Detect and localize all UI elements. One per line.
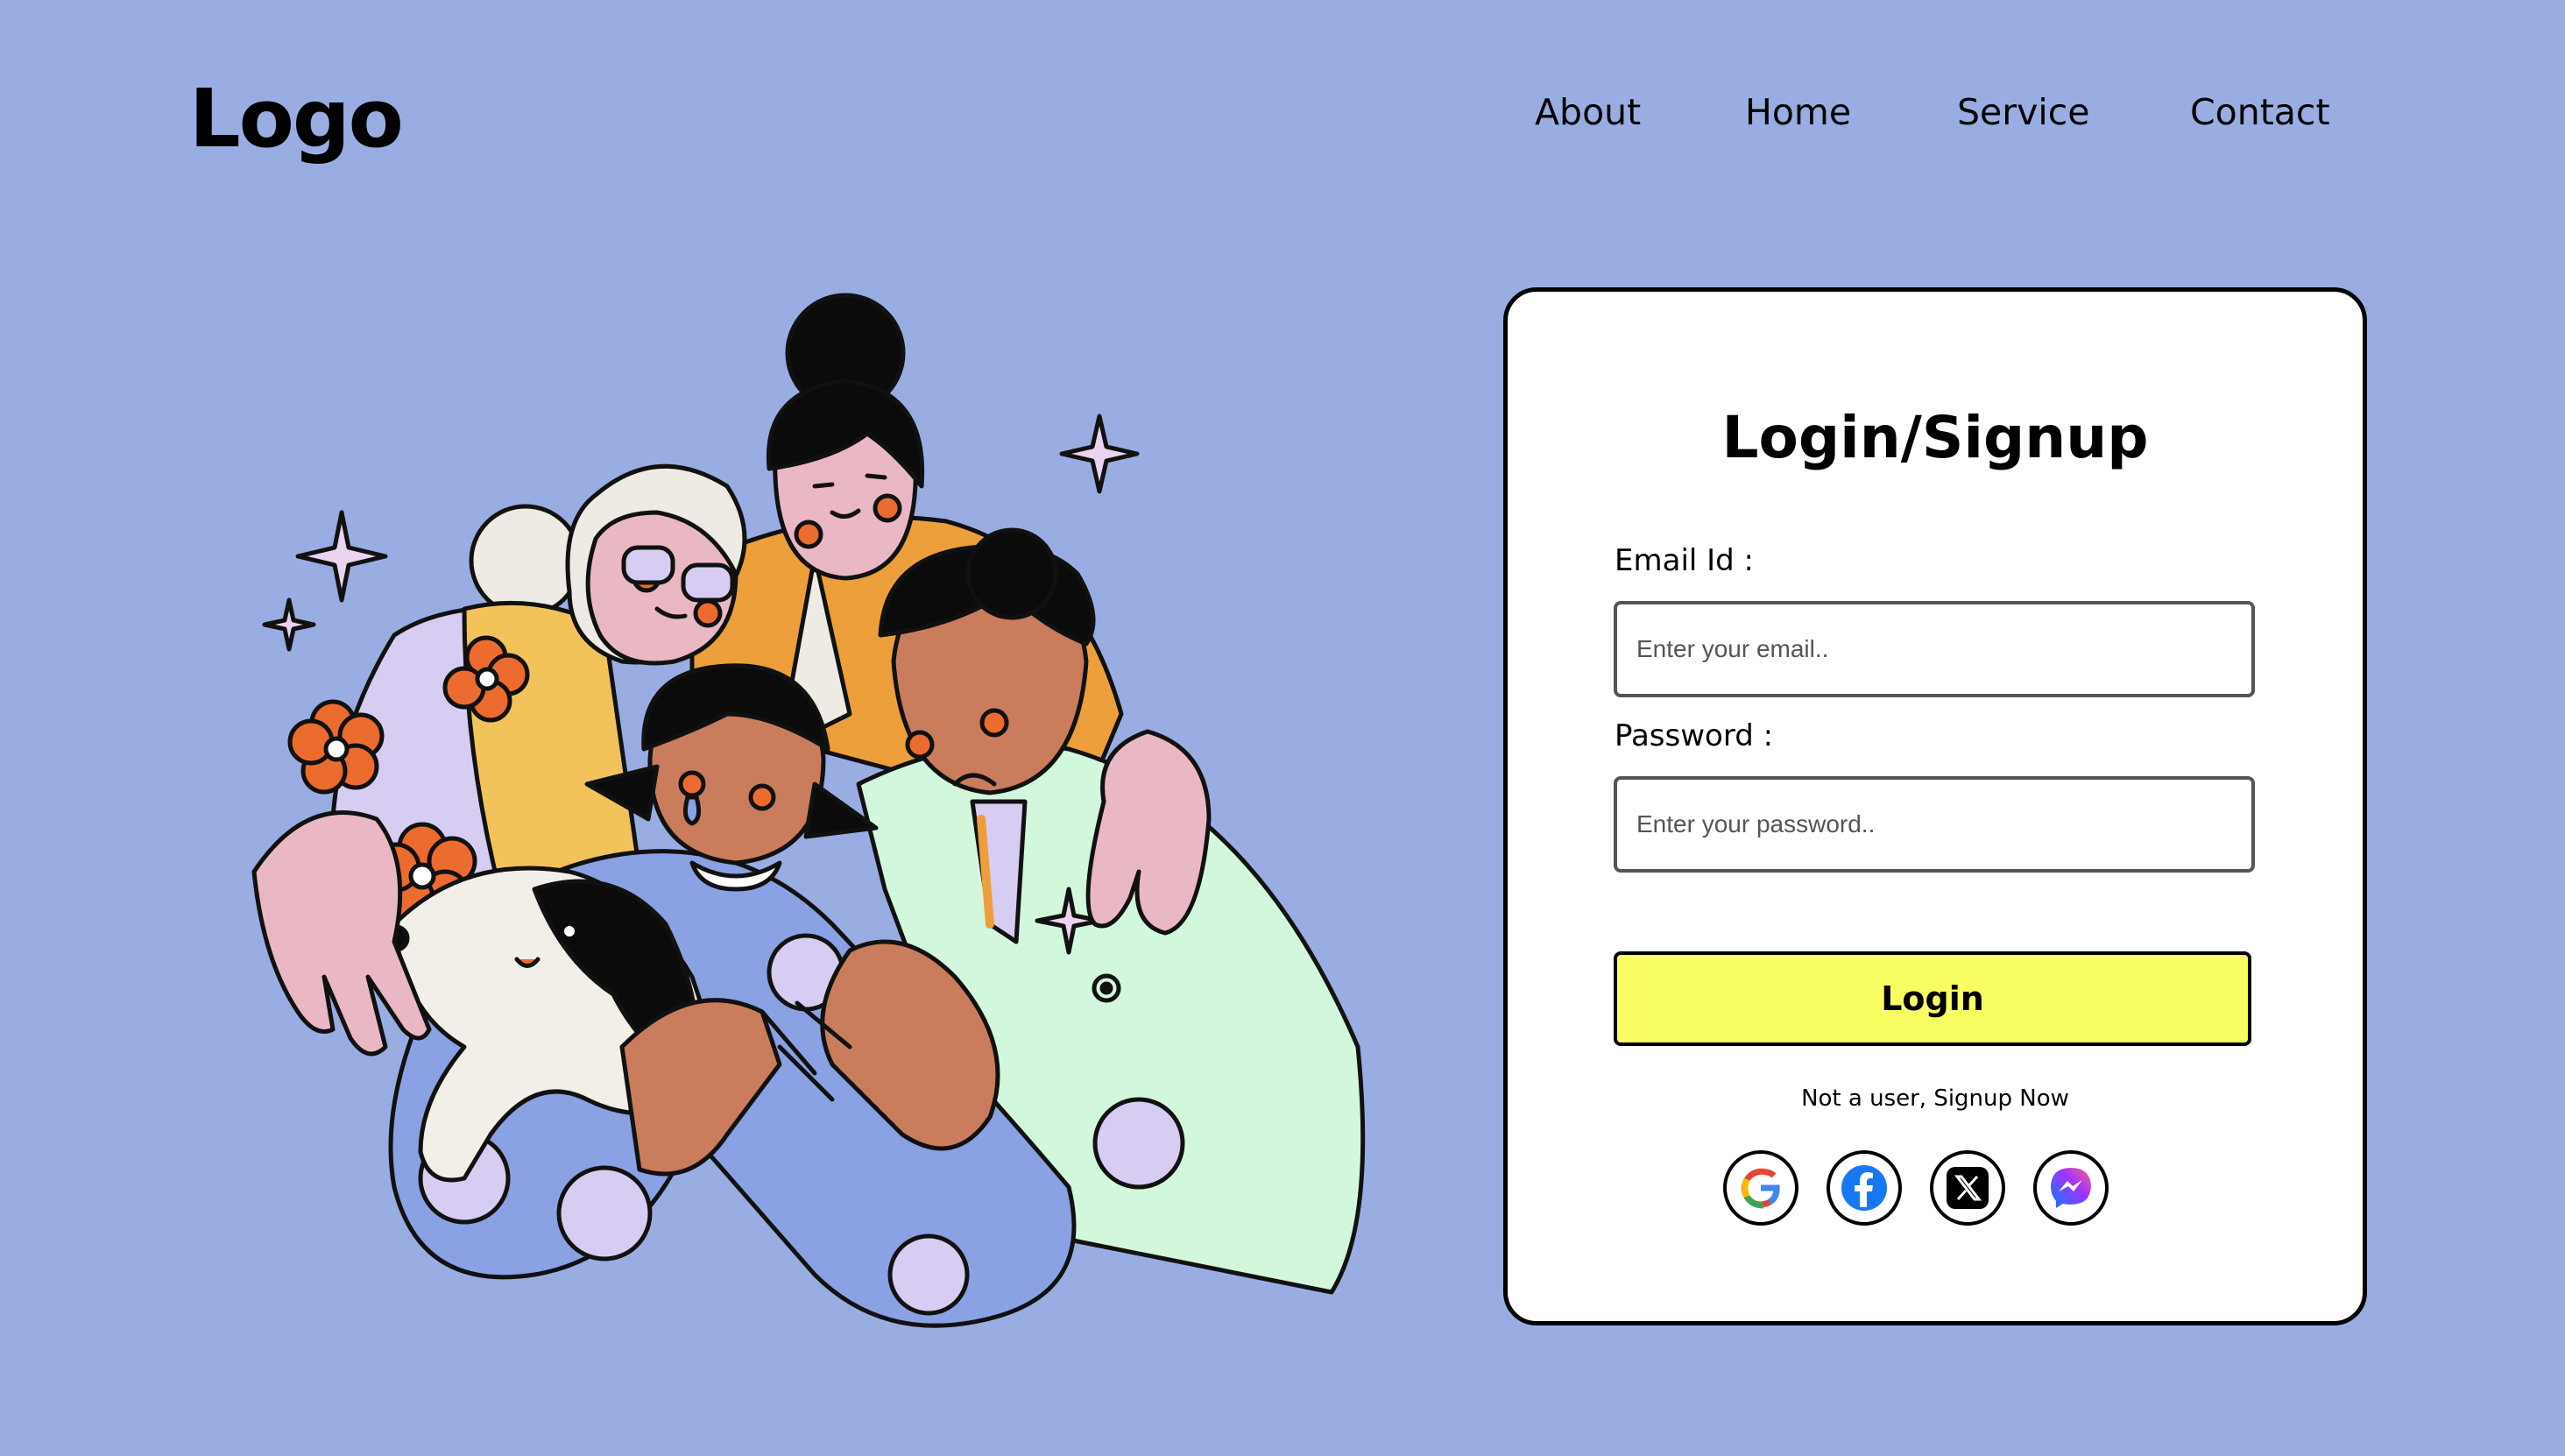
facebook-button[interactable] <box>1827 1150 1902 1226</box>
email-input[interactable] <box>1614 601 2255 697</box>
messenger-icon <box>2051 1168 2091 1208</box>
messenger-button[interactable] <box>2033 1150 2109 1226</box>
signup-link[interactable]: Not a user, Signup Now <box>1508 1085 2363 1112</box>
nav-about[interactable]: About <box>1535 91 1641 133</box>
social-login-row <box>1723 1150 2144 1234</box>
sparkle-icon <box>1059 413 1140 494</box>
google-icon <box>1741 1168 1780 1209</box>
login-button[interactable]: Login <box>1614 951 2251 1046</box>
nav-contact[interactable]: Contact <box>2190 91 2330 133</box>
nav-service[interactable]: Service <box>1957 91 2090 133</box>
x-icon <box>1947 1167 1989 1209</box>
family-illustration <box>251 293 1366 1328</box>
x-button[interactable] <box>1930 1150 2005 1226</box>
login-title: Login/Signup <box>1721 404 2149 471</box>
password-label: Password : <box>1615 718 1774 753</box>
nav-home[interactable]: Home <box>1745 91 1851 133</box>
page: Logo About Home Service Contact Login/Si… <box>0 0 2565 1456</box>
sparkle-icon <box>295 510 388 603</box>
facebook-icon <box>1841 1165 1887 1211</box>
password-input[interactable] <box>1614 776 2255 873</box>
logo[interactable]: Logo <box>189 72 404 166</box>
top-nav: About Home Service Contact <box>1489 91 2365 144</box>
google-button[interactable] <box>1723 1150 1798 1226</box>
email-label: Email Id : <box>1615 543 1755 578</box>
login-card: Login/Signup Email Id : Password : Login… <box>1503 287 2367 1325</box>
sparkle-icon <box>262 597 316 652</box>
